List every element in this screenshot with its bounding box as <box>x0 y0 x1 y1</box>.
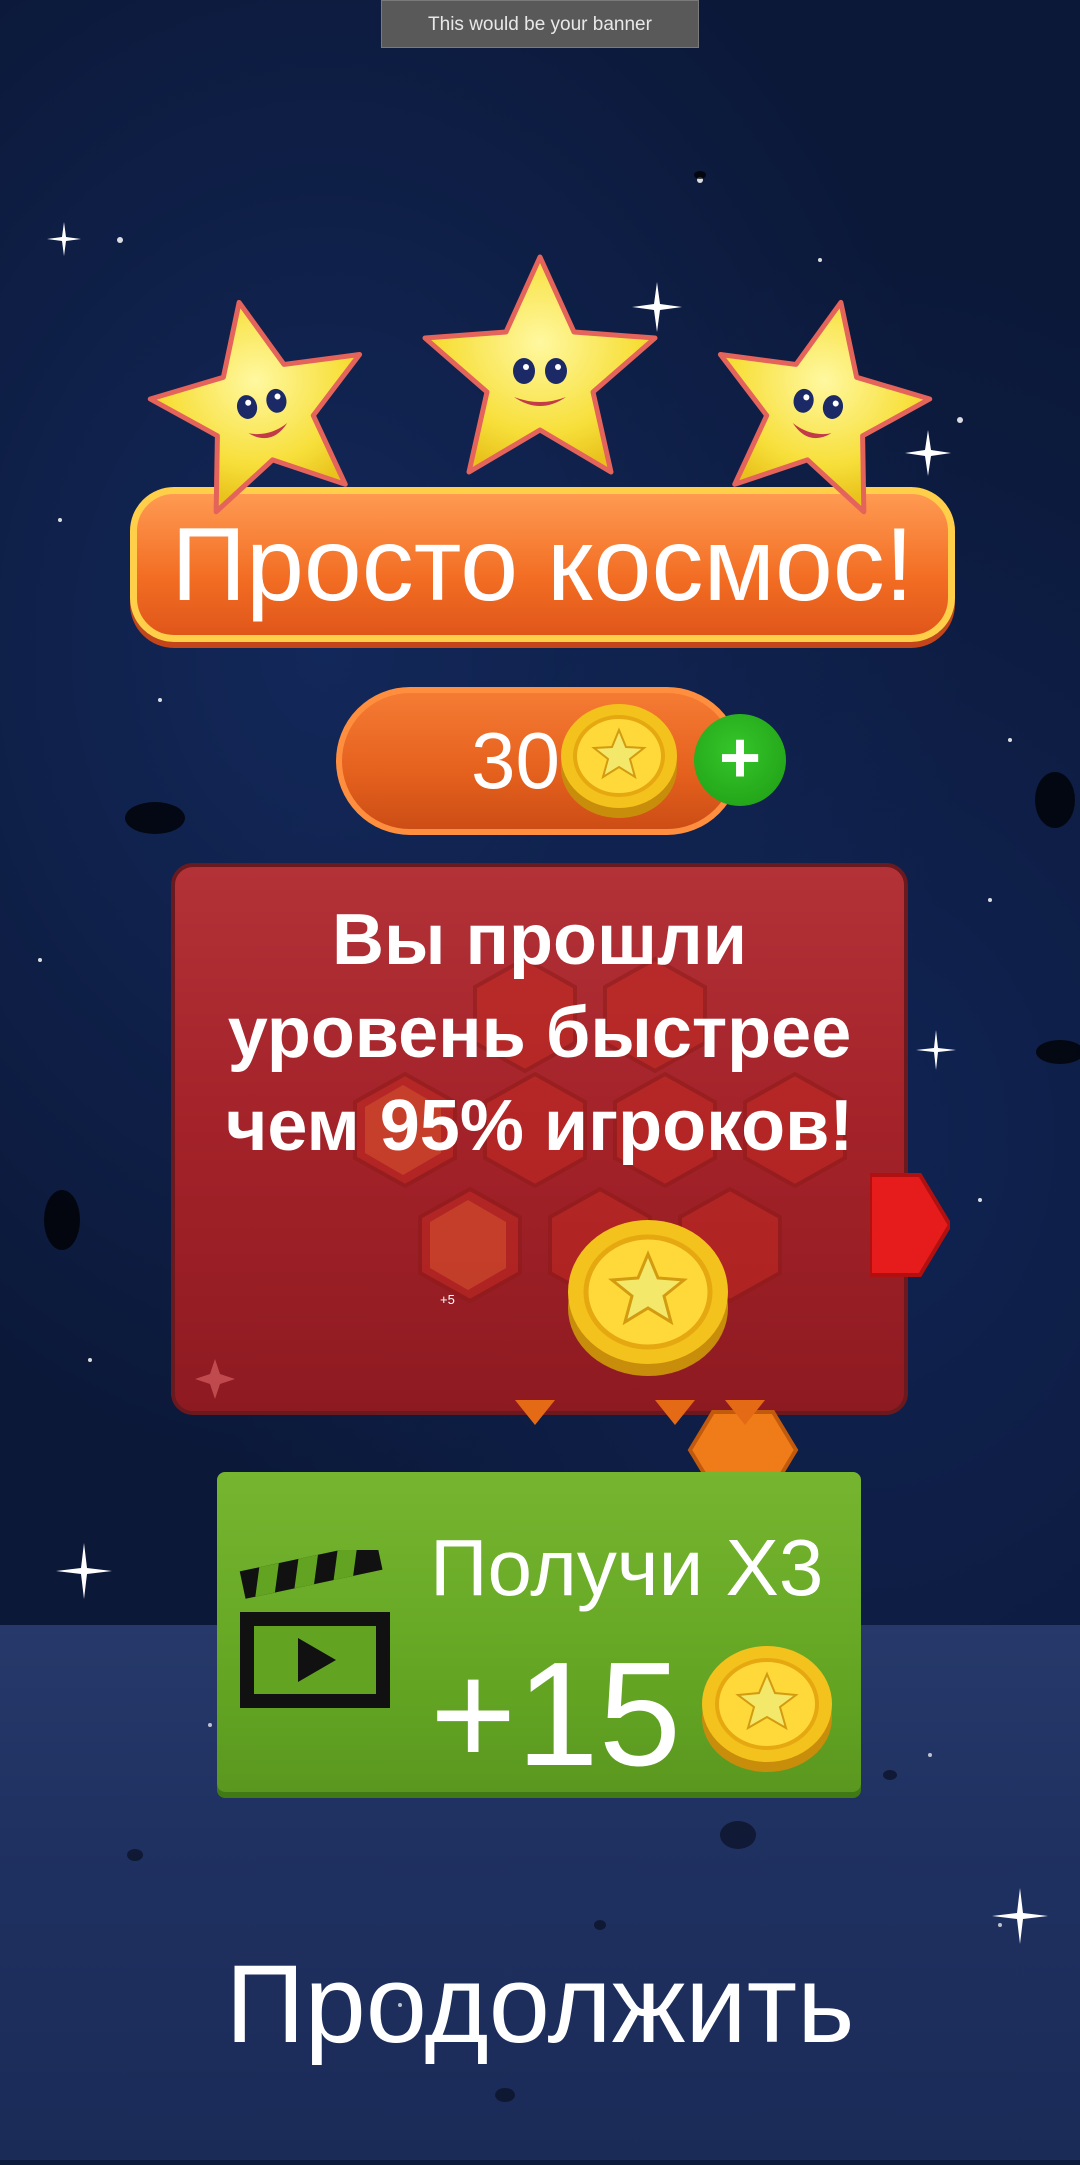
coin-icon <box>702 1646 832 1772</box>
sparkle-icon <box>916 1030 956 1070</box>
hexagon-shape <box>870 1173 950 1277</box>
hexagon-edge <box>515 1400 765 1425</box>
bonus-amount: +15 <box>430 1632 682 1797</box>
add-coins-button[interactable]: + <box>694 714 786 806</box>
message-line-3: чем 95% игроков! <box>225 1086 854 1166</box>
message-line-1: Вы прошли <box>332 900 747 980</box>
sparkle-icon <box>56 1543 112 1599</box>
star-icon <box>717 299 933 515</box>
star-icon <box>422 254 658 475</box>
continue-button[interactable]: Продолжить <box>0 1940 1080 2070</box>
floating-reward-text: +5 <box>440 1292 455 1307</box>
coin-icon <box>568 1220 728 1376</box>
bonus-label: Получи X3 <box>430 1523 824 1612</box>
level-title: Просто космос! <box>171 507 914 623</box>
message-line-2: уровень быстрее <box>227 993 852 1073</box>
video-clapperboard-icon <box>239 1550 390 1708</box>
sparkle-icon <box>992 1888 1048 1944</box>
coin-icon <box>561 704 677 818</box>
star-icon <box>147 299 363 515</box>
coins-count: 30 <box>471 716 560 805</box>
